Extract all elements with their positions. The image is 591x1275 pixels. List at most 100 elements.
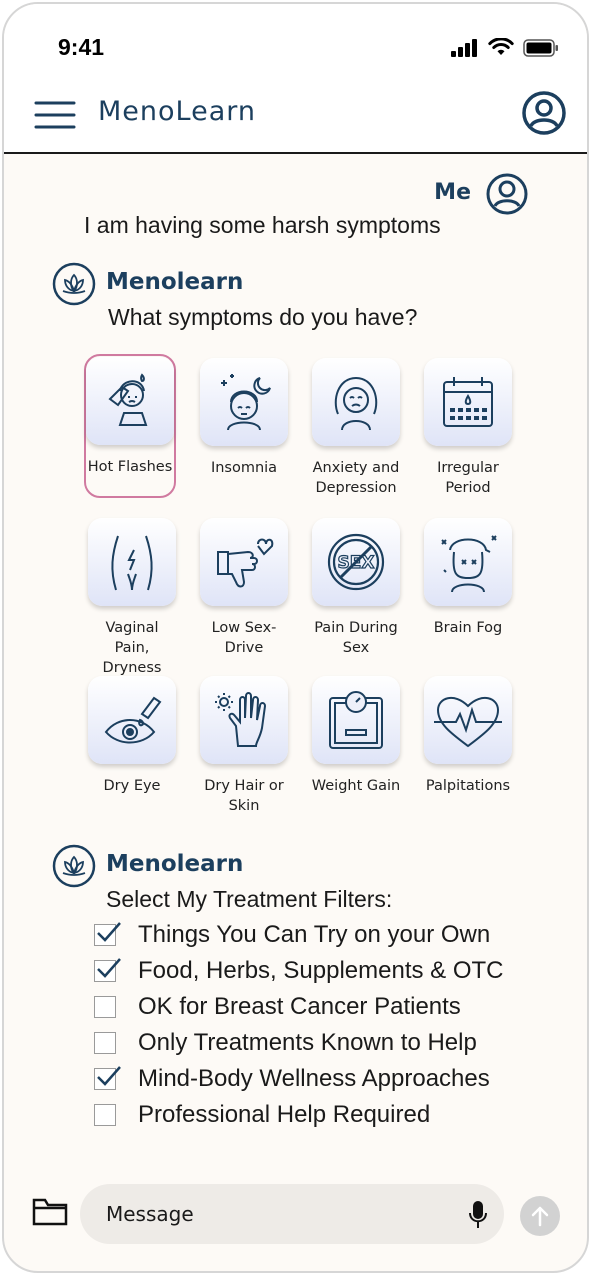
filter-things-you-can-try[interactable]: Things You Can Try on your Own (94, 920, 490, 950)
filter-label: Things You Can Try on your Own (138, 921, 491, 948)
symptom-label: Weight Gain (311, 778, 401, 794)
symptom-label: Insomnia (210, 460, 278, 476)
hot-flashes-icon (108, 373, 148, 426)
filter-known-to-help[interactable]: Only Treatments Known to Help (94, 1028, 477, 1058)
message-input[interactable] (106, 1184, 446, 1244)
filter-food-herbs[interactable]: Food, Herbs, Supplements & OTC (94, 956, 503, 986)
checkmark-icon (97, 922, 121, 942)
symptom-tile (200, 676, 288, 764)
checkmark-icon (97, 958, 121, 978)
battery-icon (523, 38, 558, 57)
symptom-label: Anxiety and Depression (312, 460, 400, 496)
filter-professional-help[interactable]: Professional Help Required (94, 1100, 430, 1130)
brain-fog-icon (441, 535, 497, 593)
symptom-hot-flashes[interactable]: Hot Flashes (84, 354, 176, 498)
attach-button[interactable] (32, 1196, 68, 1228)
symptom-tile: SEX (312, 518, 400, 606)
bot-message: What symptoms do you have? (108, 304, 418, 330)
bot-name: Menolearn (106, 269, 244, 295)
arrow-up-icon (531, 1206, 549, 1227)
symptom-tile (424, 676, 512, 764)
symptom-label: Hot Flashes (87, 459, 173, 475)
symptom-palpitations[interactable]: Palpitations (422, 676, 514, 796)
symptom-label: Brain Fog (433, 620, 503, 636)
symptom-tile (424, 518, 512, 606)
profile-button[interactable] (521, 90, 567, 136)
symptom-dry-eye[interactable]: Dry Eye (86, 676, 178, 796)
checkbox[interactable] (94, 922, 121, 946)
message-bar (80, 1184, 504, 1244)
thumbs-down-heart-icon (217, 538, 274, 588)
user-message: I am having some harsh symptoms (84, 212, 441, 238)
bot-name: Menolearn (106, 851, 244, 877)
filter-label: Professional Help Required (138, 1101, 431, 1128)
folder-icon (32, 1198, 68, 1226)
status-bar: 9:41 (4, 4, 587, 86)
calendar-icon (443, 377, 493, 427)
checkbox[interactable] (94, 958, 121, 982)
symptom-tile (312, 358, 400, 446)
symptom-tile (86, 357, 174, 445)
filter-label: Food, Herbs, Supplements & OTC (138, 957, 504, 984)
symptom-label: Dry Hair or Skin (204, 778, 284, 814)
filter-breast-cancer[interactable]: OK for Breast Cancer Patients (94, 992, 461, 1022)
insomnia-icon (221, 374, 271, 431)
symptom-label: Palpitations (425, 778, 511, 794)
symptom-label: Low Sex-Drive (211, 620, 277, 656)
symptom-weight-gain[interactable]: Weight Gain (310, 676, 402, 796)
symptom-anxiety-depression[interactable]: Anxiety and Depression (310, 358, 402, 498)
symptom-irregular-period[interactable]: Irregular Period (422, 358, 514, 498)
symptom-vaginal-pain[interactable]: Vaginal Pain, Dryness (86, 518, 178, 678)
symptom-tile (312, 676, 400, 764)
filter-label: Only Treatments Known to Help (138, 1029, 477, 1056)
filter-label: Mind-Body Wellness Approaches (138, 1065, 490, 1092)
symptom-label: Pain During Sex (314, 620, 398, 656)
filter-mind-body[interactable]: Mind-Body Wellness Approaches (94, 1064, 490, 1094)
symptom-grid: Hot Flashes Insomnia Anxiety and Depress… (82, 354, 532, 814)
hand-sun-icon (215, 692, 267, 747)
status-time: 9:41 (58, 34, 105, 60)
symptom-pain-during-sex[interactable]: SEX Pain During Sex (310, 518, 402, 658)
checkbox[interactable] (94, 1032, 116, 1054)
symptom-label: Vaginal Pain, Dryness (102, 620, 162, 676)
no-sex-icon: SEX (327, 533, 385, 591)
symptom-tile (200, 358, 288, 446)
lotus-icon (52, 844, 96, 888)
symptom-label: Irregular Period (437, 460, 499, 496)
bot-message: Select My Treatment Filters: (106, 886, 393, 912)
user-avatar-icon (486, 173, 528, 215)
wifi-icon (488, 38, 514, 55)
symptom-tile (88, 676, 176, 764)
symptom-low-sex-drive[interactable]: Low Sex-Drive (198, 518, 290, 658)
symptom-label: Dry Eye (103, 778, 161, 794)
symptom-tile (200, 518, 288, 606)
microphone-icon (469, 1201, 487, 1228)
user-name: Me (434, 180, 471, 205)
svg-text:SEX: SEX (338, 553, 375, 573)
checkbox[interactable] (94, 1104, 116, 1126)
symptom-insomnia[interactable]: Insomnia (198, 358, 290, 478)
send-button[interactable] (520, 1196, 560, 1236)
filter-label: OK for Breast Cancer Patients (138, 993, 461, 1020)
vaginal-pain-icon (111, 535, 153, 591)
checkbox[interactable] (94, 1066, 121, 1090)
app-title: MenoLearn (98, 96, 257, 127)
scale-icon (329, 691, 383, 749)
checkmark-icon (97, 1066, 121, 1086)
checkbox[interactable] (94, 996, 116, 1018)
lotus-icon (52, 262, 96, 306)
symptom-tile (424, 358, 512, 446)
symptom-dry-hair-skin[interactable]: Dry Hair or Skin (198, 676, 290, 816)
hamburger-icon (34, 101, 76, 129)
mic-button[interactable] (468, 1200, 488, 1230)
user-circle-icon (522, 91, 566, 135)
symptom-brain-fog[interactable]: Brain Fog (422, 518, 514, 638)
app-header: MenoLearn (4, 86, 587, 154)
eye-drop-icon (104, 696, 162, 744)
phone-frame: 9:41 MenoLearn Me I am having some harsh… (2, 2, 589, 1273)
heartbeat-icon (434, 696, 502, 748)
anxiety-icon (334, 376, 378, 431)
menu-button[interactable] (34, 100, 76, 130)
status-icons (451, 38, 559, 57)
cellular-signal-icon (451, 38, 477, 57)
